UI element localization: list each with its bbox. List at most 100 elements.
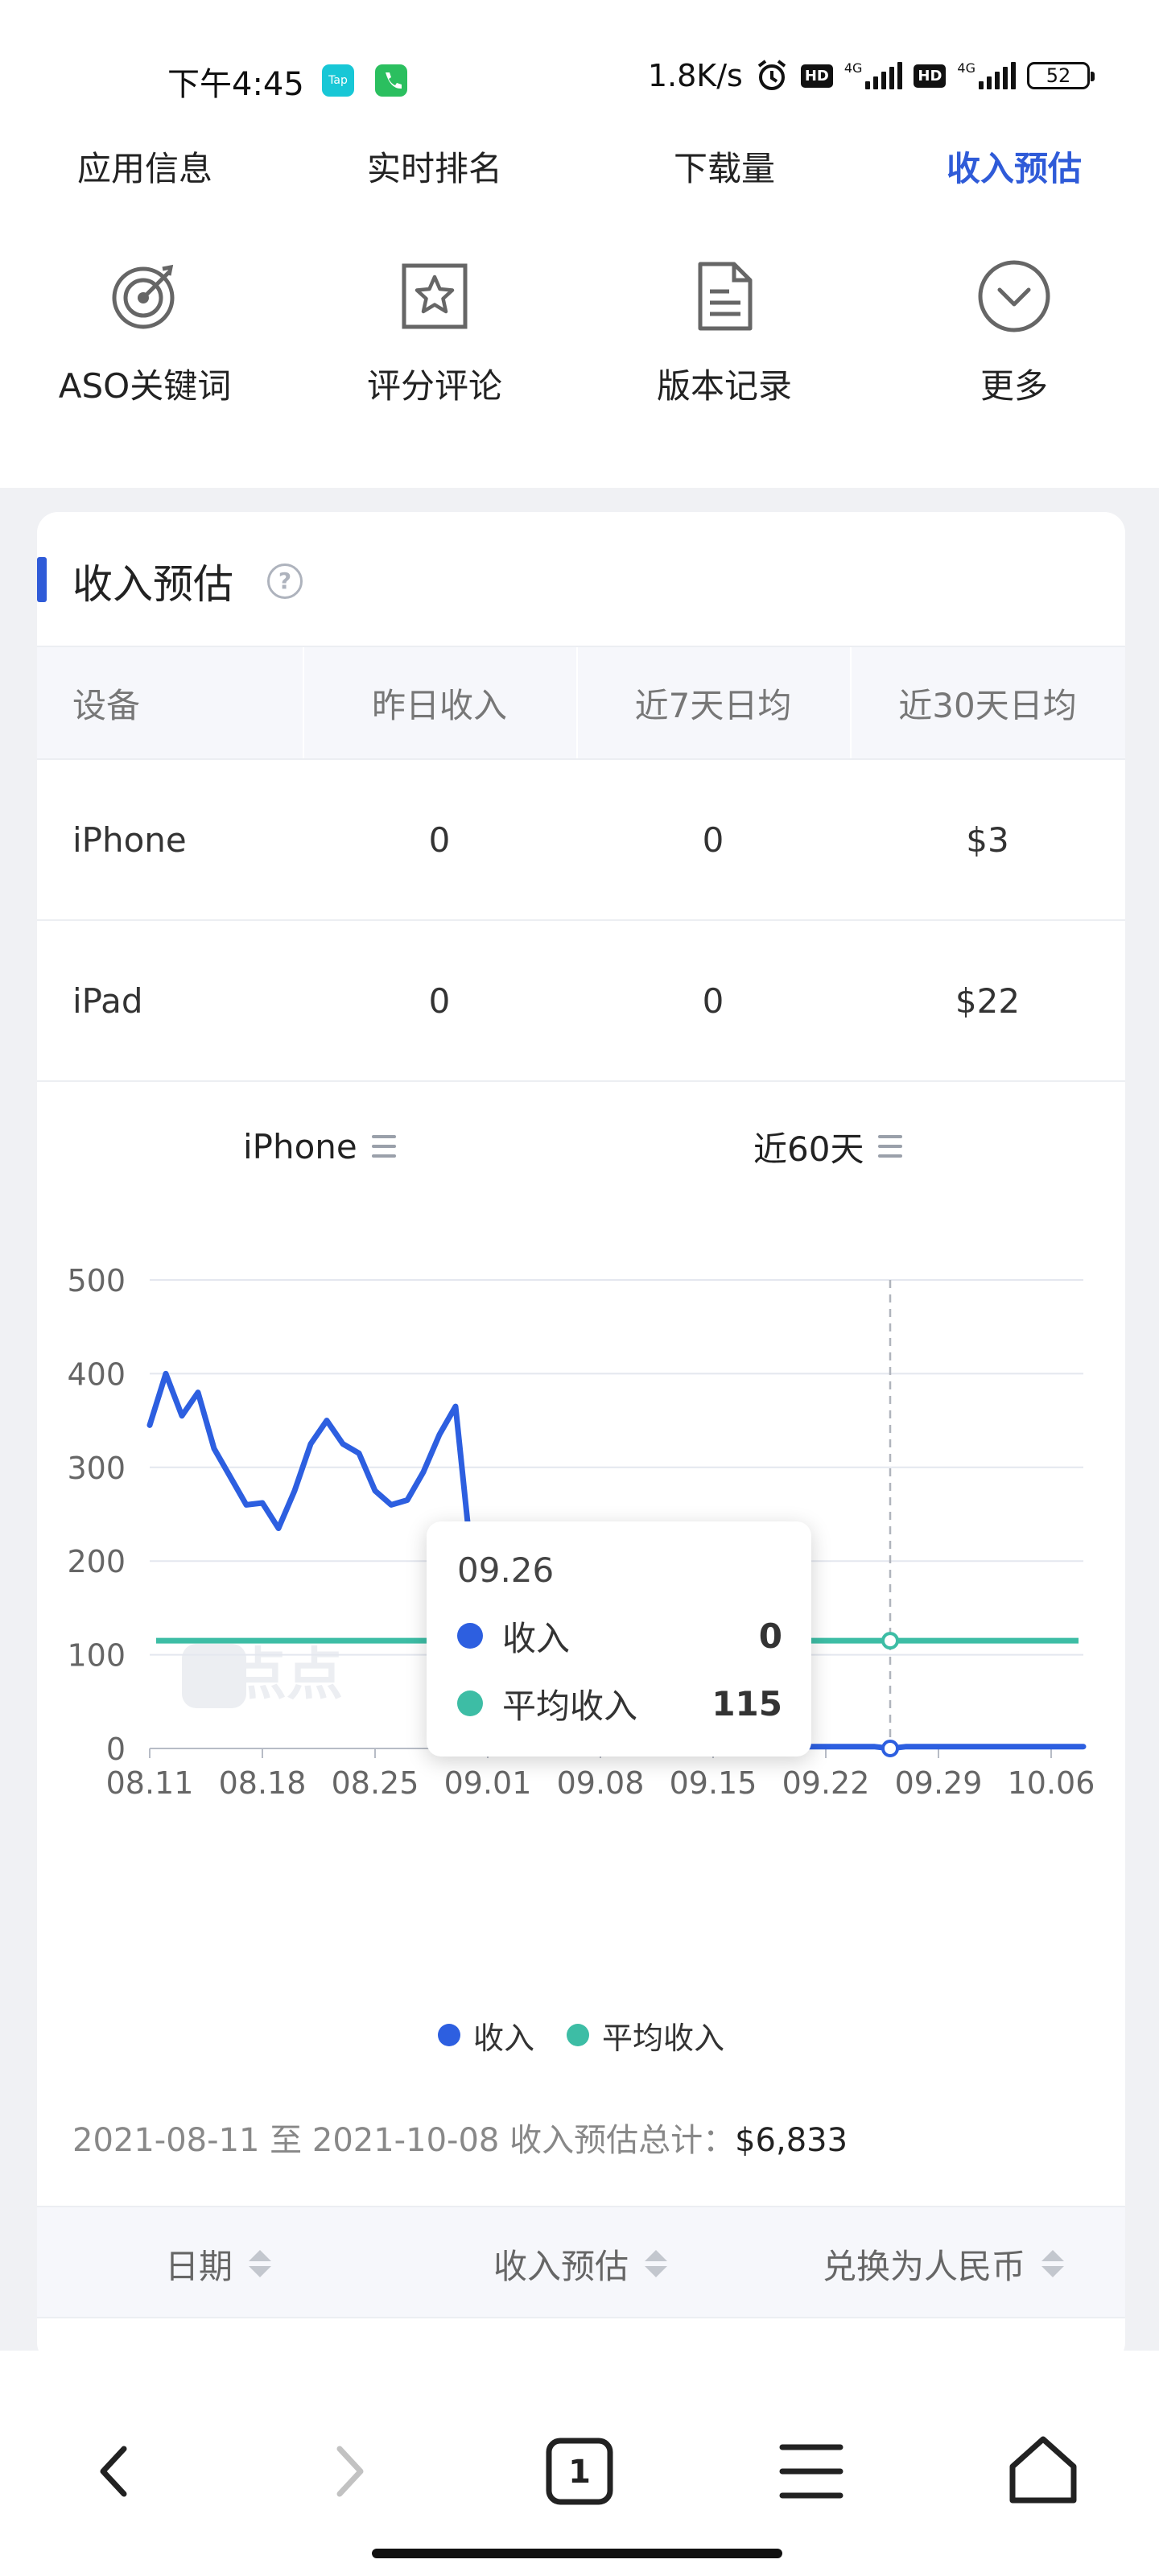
tab-realtime-ranking[interactable]: 实时排名 xyxy=(290,137,580,201)
menu-button[interactable] xyxy=(763,2423,860,2520)
highlight-point-revenue xyxy=(881,1740,899,1757)
column-divider xyxy=(303,647,304,758)
hd-badge-1: HD xyxy=(800,64,833,88)
chart-legend: 收入 平均收入 xyxy=(37,2011,1125,2059)
list-header-label: 日期 xyxy=(164,2246,233,2286)
home-icon xyxy=(1009,2436,1077,2504)
status-time: 下午4:45 xyxy=(167,66,304,103)
chart-tooltip: 09.26 收入 0 平均收入 115 xyxy=(427,1521,811,1757)
watermark-text: 点点 xyxy=(230,1641,343,1707)
quick-aso-keywords[interactable]: ASO关键词 xyxy=(0,258,290,408)
tooltip-row-average: 平均收入 115 xyxy=(457,1679,782,1728)
x-tick-label: 09.22 xyxy=(782,1765,870,1800)
x-tick-label: 08.18 xyxy=(219,1765,307,1800)
home-button[interactable] xyxy=(995,2423,1091,2520)
legend-label: 收入 xyxy=(472,2020,534,2056)
series-dot xyxy=(457,1690,483,1716)
status-bar: 下午4:45 Tap 1.8K/s HD 4G HD 4G 52 xyxy=(0,0,1159,153)
total-prefix: 2021-08-11 至 2021-10-08 收入预估总计： xyxy=(72,2122,736,2159)
tooltip-row-revenue: 收入 0 xyxy=(457,1612,782,1660)
hd-badge-2: HD xyxy=(914,64,947,88)
signal-icon-2 xyxy=(979,62,1016,89)
card-title: 收入预估 xyxy=(72,561,233,608)
device-selector[interactable]: iPhone xyxy=(243,1082,396,1211)
y-tick-label: 100 xyxy=(67,1638,126,1674)
device-selector-value: iPhone xyxy=(243,1126,357,1166)
series-dot xyxy=(457,1623,483,1649)
revenue-card: 收入预估 ? 设备 昨日收入 近7天日均 近30天日均 iPhone 0 0 $… xyxy=(37,512,1125,2363)
net-type-1: 4G xyxy=(843,60,863,76)
quick-version-history[interactable]: 版本记录 xyxy=(580,258,869,408)
net-speed: 1.8K/s xyxy=(647,58,743,93)
tab-revenue-estimate[interactable]: 收入预估 xyxy=(869,137,1159,201)
x-tick-label: 09.01 xyxy=(444,1765,532,1800)
sort-revenue[interactable]: 收入预估 xyxy=(399,2207,761,2320)
quick-ratings-reviews[interactable]: 评分评论 xyxy=(290,258,580,408)
revenue-total: 2021-08-11 至 2021-10-08 收入预估总计：$6,833 xyxy=(72,2114,848,2161)
summary-header-cell: 近7天日均 xyxy=(634,685,792,725)
taptap-icon: Tap xyxy=(322,64,354,97)
list-header-label: 兑换为人民币 xyxy=(822,2246,1025,2286)
top-tabs: 应用信息 实时排名 下载量 收入预估 xyxy=(0,137,1159,201)
battery-icon: 52 xyxy=(1027,62,1095,89)
star-icon xyxy=(402,263,468,329)
net-type-2: 4G xyxy=(957,60,975,76)
forward-button[interactable] xyxy=(299,2423,396,2520)
quick-label: 版本记录 xyxy=(656,366,792,406)
forward-icon xyxy=(336,2446,364,2497)
back-icon xyxy=(100,2446,127,2497)
sort-icon xyxy=(249,2250,271,2277)
tabs-icon: 1 xyxy=(546,2438,613,2505)
question-icon[interactable]: ? xyxy=(267,564,303,599)
tooltip-label: 收入 xyxy=(502,1618,571,1658)
summary-cell: $3 xyxy=(966,819,1009,860)
battery-level: 52 xyxy=(1046,64,1071,87)
list-header: 日期 收入预估 兑换为人民币 xyxy=(37,2206,1125,2318)
sort-rmb[interactable]: 兑换为人民币 xyxy=(761,2207,1125,2320)
total-value: $6,833 xyxy=(735,2122,848,2159)
quick-more[interactable]: 更多 xyxy=(869,258,1159,408)
title-accent-bar xyxy=(37,557,47,602)
question-icon-text: ? xyxy=(278,568,292,594)
summary-header-cell: 设备 xyxy=(72,685,141,725)
home-indicator[interactable] xyxy=(372,2549,782,2558)
quick-label: 更多 xyxy=(980,366,1048,406)
summary-cell: 0 xyxy=(428,980,451,1021)
tab-downloads[interactable]: 下载量 xyxy=(580,137,869,201)
tooltip-value: 115 xyxy=(711,1683,782,1724)
target-icon xyxy=(112,264,175,329)
y-tick-label: 300 xyxy=(67,1451,126,1486)
range-selector[interactable]: 近60天 xyxy=(753,1082,903,1211)
summary-cell: 0 xyxy=(702,819,724,860)
x-tick-label: 09.29 xyxy=(895,1765,983,1800)
alarm-icon xyxy=(757,60,786,90)
quick-label: 评分评论 xyxy=(366,366,502,406)
summary-header-cell: 近30天日均 xyxy=(898,685,1077,725)
back-button[interactable] xyxy=(68,2423,164,2520)
y-tick-label: 0 xyxy=(106,1732,126,1767)
sort-icon xyxy=(645,2250,667,2277)
sort-date[interactable]: 日期 xyxy=(37,2207,399,2320)
tab-count: 1 xyxy=(568,2454,591,2491)
tabs-button[interactable]: 1 xyxy=(531,2423,628,2520)
legend-item-average[interactable]: 平均收入 xyxy=(567,2013,724,2058)
taptap-icon-text: Tap xyxy=(328,74,348,87)
summary-table: 设备 昨日收入 近7天日均 近30天日均 iPhone 0 0 $3 iPad … xyxy=(37,647,1125,1082)
summary-row-iphone: iPhone 0 0 $3 xyxy=(37,760,1125,921)
watermark-logo xyxy=(182,1644,246,1708)
hamburger-menu-icon xyxy=(779,2444,843,2499)
tooltip-date: 09.26 xyxy=(457,1550,555,1590)
menu-icon xyxy=(878,1135,903,1158)
menu-icon xyxy=(371,1135,396,1158)
legend-item-revenue[interactable]: 收入 xyxy=(437,2013,534,2058)
phone-icon xyxy=(375,64,407,97)
x-tick-label: 09.15 xyxy=(670,1765,757,1800)
summary-header-row: 设备 昨日收入 近7天日均 近30天日均 xyxy=(37,647,1125,760)
range-selector-value: 近60天 xyxy=(753,1129,864,1169)
summary-header-cell: 昨日收入 xyxy=(371,685,507,725)
tab-app-info[interactable]: 应用信息 xyxy=(0,137,290,201)
x-tick-label: 09.08 xyxy=(557,1765,645,1800)
summary-cell: $22 xyxy=(955,980,1021,1021)
chart-selectors: iPhone 近60天 xyxy=(37,1082,1125,1211)
bottom-nav: 1 xyxy=(0,2351,1159,2576)
